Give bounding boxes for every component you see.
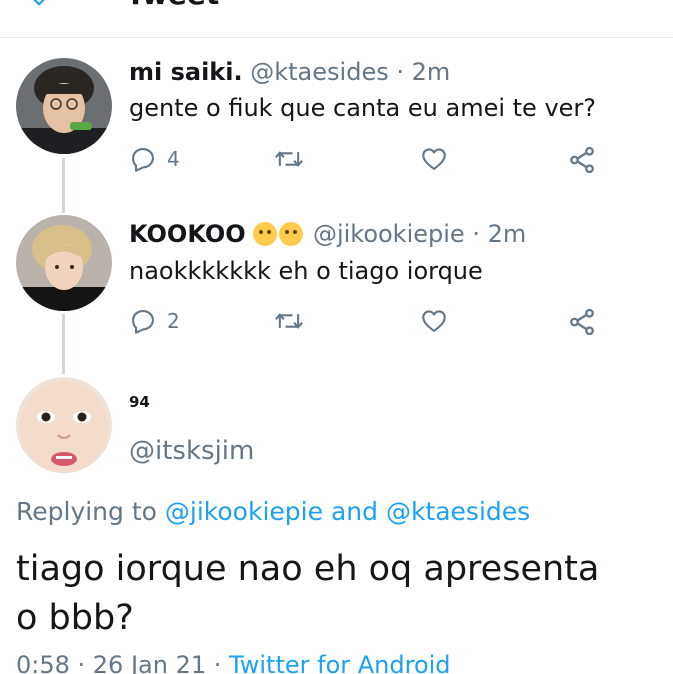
main-tweet-line: tiago iorque nao eh oq apresenta	[16, 549, 600, 589]
mention-link[interactable]: @jikookiepie	[165, 497, 323, 526]
heart-icon	[422, 148, 446, 170]
tweet-actions: 4	[129, 145, 609, 179]
tweet-actions: 2	[129, 307, 609, 341]
raised-eyebrow-face-emoji	[279, 222, 304, 246]
main-tweet-text: tiago iorque nao eh oq apresenta o bbb?	[16, 545, 656, 643]
tweet-meta: 0:58 · 26 Jan 21 · Twitter for Android	[16, 651, 451, 674]
thread-line	[62, 314, 65, 374]
tweet-timestamp: 0:58 · 26 Jan 21	[16, 651, 207, 674]
reply-count: 2	[167, 309, 180, 333]
replying-and: and	[330, 497, 378, 526]
retweet-button[interactable]	[273, 307, 305, 335]
replying-to: Replying to @jikookiepie and @ktaesides	[16, 497, 530, 526]
reply-button[interactable]: 4	[129, 145, 180, 173]
thread-line	[62, 158, 65, 213]
user-name[interactable]: 94	[129, 393, 150, 411]
tweet-text: naokkkkkkk eh o tiago iorque	[129, 257, 483, 285]
share-icon	[570, 146, 594, 174]
replying-prefix: Replying to	[16, 497, 157, 526]
retweet-button[interactable]	[273, 145, 305, 173]
separator-dot: ·	[472, 220, 480, 248]
tweet-time[interactable]: 2m	[488, 220, 527, 248]
share-button[interactable]	[567, 145, 597, 175]
reply-icon	[132, 148, 154, 172]
reply-icon	[132, 310, 154, 334]
reply-button[interactable]: 2	[129, 307, 180, 335]
retweet-icon	[275, 313, 303, 329]
tweet-source-link[interactable]: Twitter for Android	[229, 651, 450, 674]
separator-dot: ·	[213, 651, 222, 674]
tweet-text: gente o fiuk que canta eu amei te ver?	[129, 94, 597, 122]
user-name[interactable]: KOOKOO	[129, 220, 246, 248]
separator-dot: ·	[396, 58, 404, 86]
user-name[interactable]: mi saiki.	[129, 58, 243, 86]
user-handle[interactable]: @ktaesides	[250, 58, 388, 86]
user-handle[interactable]: @jikookiepie	[313, 220, 465, 248]
kissing-face-emoji	[253, 222, 278, 246]
mention-link[interactable]: @ktaesides	[386, 497, 530, 526]
tweet-header: mi saiki. @ktaesides · 2m	[129, 58, 450, 86]
share-button[interactable]	[567, 307, 597, 337]
tweet-time[interactable]: 2m	[412, 58, 451, 86]
heart-icon	[422, 310, 446, 332]
back-arrow-icon[interactable]	[28, 0, 50, 8]
main-tweet-line: o bbb?	[16, 598, 134, 638]
share-icon	[570, 308, 594, 336]
avatar[interactable]	[16, 377, 112, 473]
top-bar: Tweet	[0, 0, 673, 38]
avatar[interactable]	[16, 58, 112, 154]
like-button[interactable]	[419, 145, 449, 173]
like-button[interactable]	[419, 307, 449, 335]
tweet-header: KOOKOO @jikookiepie · 2m	[129, 220, 526, 248]
reply-count: 4	[167, 147, 180, 171]
avatar[interactable]	[16, 215, 112, 311]
page-title: Tweet	[126, 0, 219, 11]
retweet-icon	[275, 151, 303, 167]
user-handle[interactable]: @itsksjim	[129, 436, 254, 466]
